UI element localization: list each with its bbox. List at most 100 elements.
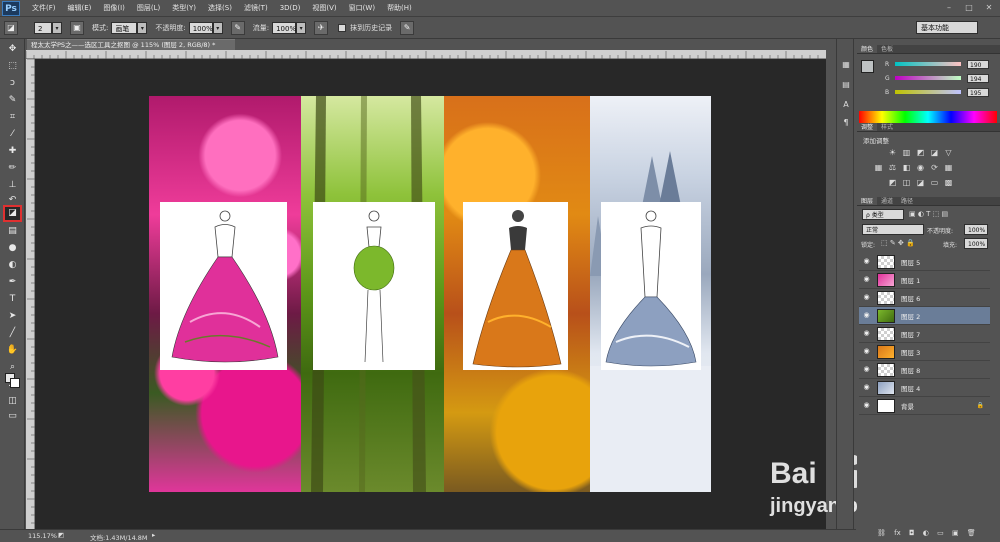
filter-icons[interactable]: ▣ ◐ T ⬚ ▤ [909, 210, 948, 218]
blur-tool-icon[interactable]: ● [5, 242, 20, 255]
opacity-dropdown-icon[interactable]: ▾ [212, 21, 223, 34]
layer-name[interactable]: 图层 4 [901, 383, 920, 393]
menu-file[interactable]: 文件(F) [32, 3, 56, 13]
levels-icon[interactable]: ▥ [901, 148, 912, 158]
workspace-select[interactable]: 基本功能 [916, 21, 978, 34]
pen-tool-icon[interactable]: ✒ [5, 276, 20, 289]
curves-icon[interactable]: ◩ [915, 148, 926, 158]
blue-gradient[interactable] [895, 90, 961, 94]
tab-adjustments[interactable]: 调整 [857, 123, 878, 131]
visibility-eye-icon[interactable]: ◉ [862, 365, 871, 374]
color-lookup-icon[interactable]: ▦ [943, 163, 954, 173]
new-adjustment-icon[interactable]: ◐ [923, 529, 929, 537]
new-layer-icon[interactable]: ▣ [952, 529, 959, 537]
mode-select[interactable]: 画笔 [111, 21, 138, 34]
visibility-eye-icon[interactable]: ◉ [862, 347, 871, 356]
layer-row[interactable]: ◉ 图层 6 [859, 289, 990, 307]
menu-edit[interactable]: 编辑(E) [68, 3, 92, 13]
vibrance-icon[interactable]: ▽ [943, 148, 954, 158]
eraser-preset-icon[interactable]: ◪ [4, 20, 18, 35]
layer-row[interactable]: ◉ 图层 3 [859, 343, 990, 361]
exposure-icon[interactable]: ◪ [929, 148, 940, 158]
blue-value[interactable]: 195 [967, 87, 989, 97]
layer-name[interactable]: 图层 6 [901, 293, 920, 303]
pressure-size-icon[interactable]: ✎ [400, 20, 415, 35]
color-balance-icon[interactable]: ⚖ [887, 163, 898, 173]
menu-window[interactable]: 窗口(W) [349, 3, 375, 13]
eraser-tool-icon[interactable]: ◪ [3, 205, 22, 222]
mode-dropdown-icon[interactable]: ▾ [137, 21, 148, 34]
dodge-tool-icon[interactable]: ◐ [5, 259, 20, 272]
paragraph-panel-icon[interactable]: ¶ [840, 117, 852, 129]
tab-layers[interactable]: 图层 [857, 197, 878, 205]
visibility-eye-icon[interactable]: ◉ [862, 329, 871, 338]
type-tool-icon[interactable]: T [5, 293, 20, 306]
fill-field[interactable]: 100% [964, 238, 988, 249]
threshold-icon[interactable]: ◪ [915, 178, 926, 188]
layer-name[interactable]: 图层 8 [901, 365, 920, 375]
airbrush-icon[interactable]: ✈ [314, 20, 329, 35]
visibility-eye-icon[interactable]: ◉ [862, 311, 871, 320]
layer-name[interactable]: 图层 2 [901, 311, 920, 321]
close-icon[interactable]: ✕ [982, 2, 996, 13]
history-brush-tool-icon[interactable]: ↶ [5, 194, 20, 207]
red-value[interactable]: 190 [967, 59, 989, 69]
layer-row[interactable]: ◉ 图层 1 [859, 271, 990, 289]
eyedropper-tool-icon[interactable]: ⁄ [5, 128, 20, 141]
marquee-tool-icon[interactable]: ⬚ [5, 60, 20, 73]
brightness-icon[interactable]: ☀ [887, 148, 898, 158]
lasso-tool-icon[interactable]: ↄ [5, 77, 20, 90]
link-layers-icon[interactable]: ⛓ [877, 529, 886, 537]
menu-view[interactable]: 视图(V) [312, 3, 336, 13]
zoom-level[interactable]: 115.17% [28, 532, 57, 540]
layer-row[interactable]: ◉ 图层 2 [859, 307, 990, 325]
tab-channels[interactable]: 通道 [877, 197, 897, 205]
visibility-eye-icon[interactable]: ◉ [862, 257, 871, 266]
status-menu-icon[interactable]: ◩ [58, 531, 64, 539]
layer-name[interactable]: 图层 7 [901, 329, 920, 339]
brush-tool-icon[interactable]: ✏ [5, 162, 20, 175]
layer-filter-select[interactable]: ρ 类型 [862, 209, 904, 220]
layer-name[interactable]: 图层 1 [901, 275, 920, 285]
menu-3d[interactable]: 3D(D) [280, 4, 301, 12]
pressure-opacity-icon[interactable]: ✎ [230, 20, 245, 35]
maximize-icon[interactable]: □ [962, 2, 976, 13]
quick-select-tool-icon[interactable]: ✎ [5, 94, 20, 107]
blue-slider[interactable]: B 195 [885, 87, 997, 97]
flow-field[interactable]: 100% [272, 21, 296, 34]
menu-layer[interactable]: 图层(L) [137, 3, 160, 13]
layer-row[interactable]: ◉ 图层 8 [859, 361, 990, 379]
hue-sat-icon[interactable]: ▦ [873, 163, 884, 173]
layer-name[interactable]: 图层 3 [901, 347, 920, 357]
erase-to-history-checkbox[interactable] [338, 23, 347, 32]
move-tool-icon[interactable]: ✥ [5, 43, 20, 56]
green-value[interactable]: 194 [967, 73, 989, 83]
photo-filter-icon[interactable]: ◉ [915, 163, 926, 173]
menu-select[interactable]: 选择(S) [208, 3, 232, 13]
healing-tool-icon[interactable]: ✚ [5, 145, 20, 158]
minimize-icon[interactable]: – [942, 2, 956, 13]
tab-paths[interactable]: 路径 [897, 197, 917, 205]
history-panel-icon[interactable]: ▦ [840, 59, 852, 71]
blend-mode-select[interactable]: 正常 [862, 224, 924, 235]
brush-panel-icon[interactable]: ▣ [70, 20, 84, 35]
posterize-icon[interactable]: ◫ [901, 178, 912, 188]
menu-filter[interactable]: 滤镜(T) [244, 3, 268, 13]
visibility-eye-icon[interactable]: ◉ [862, 275, 871, 284]
character-panel-icon[interactable]: A [840, 99, 852, 111]
menu-help[interactable]: 帮助(H) [387, 3, 412, 13]
layer-row[interactable]: ◉ 图层 5 [859, 253, 990, 271]
layer-name[interactable]: 图层 5 [901, 257, 920, 267]
green-gradient[interactable] [895, 76, 961, 80]
opacity-field[interactable]: 100% [188, 21, 213, 34]
lock-icons[interactable]: ⬚ ✎ ✥ 🔒 [881, 239, 915, 247]
tab-swatches[interactable]: 色板 [877, 45, 897, 53]
green-slider[interactable]: G 194 [885, 73, 997, 83]
tab-styles[interactable]: 样式 [877, 123, 897, 131]
shape-tool-icon[interactable]: ╱ [5, 327, 20, 340]
stamp-tool-icon[interactable]: ⊥ [5, 179, 20, 192]
document-canvas[interactable] [149, 96, 711, 492]
visibility-eye-icon[interactable]: ◉ [862, 401, 871, 410]
brush-size-dropdown-icon[interactable]: ▾ [52, 21, 62, 34]
delete-layer-icon[interactable]: 🗑 [967, 529, 976, 537]
